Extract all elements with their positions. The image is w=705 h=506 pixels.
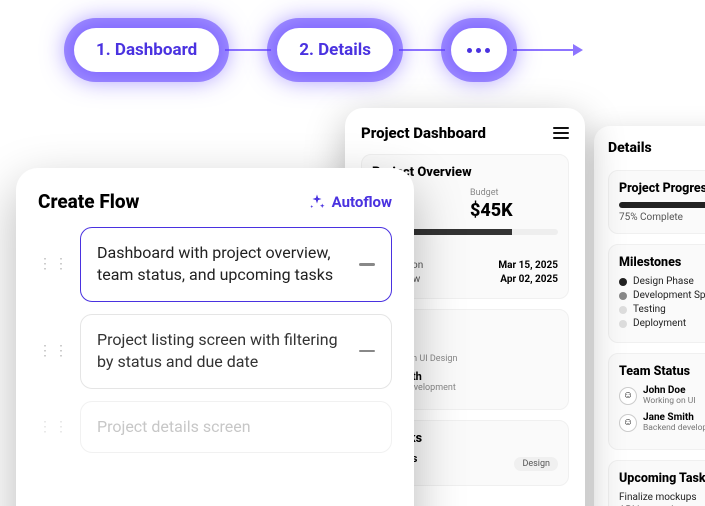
milestones-block: Milestones Design Phase Development Spri… [608, 244, 705, 343]
milestones-title: Milestones [619, 255, 705, 270]
progress-bar [619, 202, 705, 208]
autoflow-label: Autoflow [332, 193, 392, 211]
arrow-right-icon [513, 44, 583, 56]
milestone-row: Deployment [619, 318, 705, 329]
team-status-title: Team Status [619, 364, 705, 379]
ellipsis-icon [467, 48, 490, 53]
team-status-block: Team Status ☺ John DoeWorking on UI ☺ Ja… [608, 353, 705, 450]
create-flow-card: Create Flow Autoflow ⋮⋮ Dashboard with p… [16, 168, 414, 506]
milestone-dot-icon [619, 292, 627, 300]
milestone-row: Development Sprint 1 [619, 290, 705, 301]
flow-item-text: Project listing screen with filtering by… [97, 329, 347, 374]
drag-handle-icon[interactable]: ⋮⋮ [38, 261, 70, 267]
flow-item[interactable]: Project listing screen with filtering by… [80, 314, 392, 389]
create-flow-title: Create Flow [38, 190, 139, 213]
team-row: ☺ John DoeWorking on UI [619, 385, 705, 406]
sparkle-icon [308, 193, 326, 211]
connector [399, 49, 445, 51]
menu-icon[interactable] [553, 127, 569, 139]
team-row: ☺ Jane SmithBackend development [619, 412, 705, 433]
flow-item[interactable]: Dashboard with project overview, team st… [80, 227, 392, 302]
step-dashboard[interactable]: 1. Dashboard [74, 28, 219, 72]
project-progress-block: Project Progress 75% Complete [608, 170, 705, 234]
step-more[interactable] [451, 28, 507, 72]
flow-item-text: Dashboard with project overview, team st… [97, 242, 347, 287]
milestone-dot-icon [619, 306, 627, 314]
task-row: Finalize mockups [619, 492, 705, 503]
details-card: Details Project Progress 75% Complete Mi… [594, 126, 705, 506]
details-title: Details [608, 140, 705, 156]
upcoming-tasks-block: Upcoming Tasks Finalize mockups API inte… [608, 460, 705, 506]
autoflow-button[interactable]: Autoflow [308, 193, 392, 211]
budget-stat: Budget $45K [470, 188, 558, 221]
progress-text: 75% Complete [619, 212, 705, 223]
milestone-row: Design Phase [619, 276, 705, 287]
milestone-row: Testing [619, 304, 705, 315]
flow-item-text: Project details screen [97, 416, 347, 438]
dashboard-title: Project Dashboard [361, 124, 486, 142]
drag-handle-icon[interactable]: ⋮⋮ [38, 424, 70, 430]
drag-handle-icon[interactable]: ⋮⋮ [38, 348, 70, 354]
step-details[interactable]: 2. Details [277, 28, 393, 72]
avatar: ☺ [619, 414, 637, 432]
task-badge: Design [514, 457, 558, 471]
milestone-dot-icon [619, 320, 627, 328]
breadcrumb: 1. Dashboard 2. Details [74, 28, 583, 72]
remove-icon[interactable] [359, 350, 375, 353]
flow-item[interactable]: Project details screen [80, 401, 392, 453]
avatar: ☺ [619, 387, 637, 405]
upcoming-title: Upcoming Tasks [619, 471, 705, 486]
remove-icon[interactable] [359, 263, 375, 266]
progress-title: Project Progress [619, 181, 705, 196]
milestone-dot-icon [619, 278, 627, 286]
connector [225, 49, 271, 51]
